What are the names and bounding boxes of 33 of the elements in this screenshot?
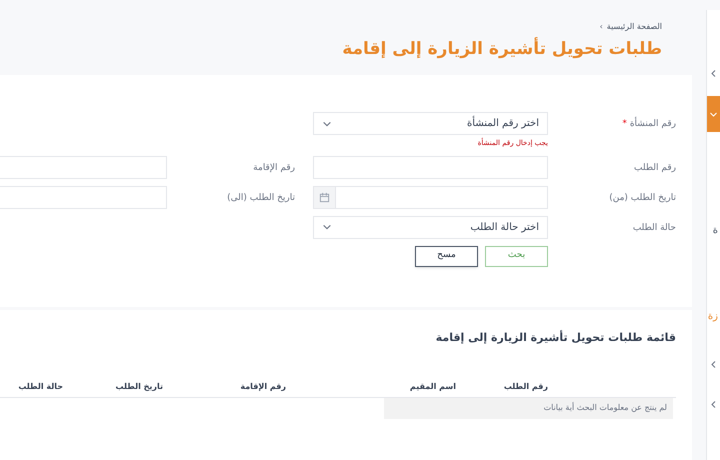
- breadcrumb-link[interactable]: الصفحة الرئيسية: [606, 21, 662, 33]
- calendar-icon: [319, 192, 330, 202]
- page-title: طلبات تحويل تأشيرة الزيارة إلى إقامة: [341, 39, 662, 60]
- field-label: رقم الطلب: [634, 162, 676, 174]
- column-header: اسم المقيم: [410, 382, 456, 390]
- column-header: تاريخ الطلب: [116, 382, 163, 390]
- empty-message: لم ينتج عن معلومات البحث أية بيانات: [544, 402, 667, 414]
- select-field[interactable]: اختر حالة الطلب: [313, 216, 548, 238]
- field-label: رقم الإقامة: [253, 162, 295, 174]
- chevron-left-icon: [709, 360, 718, 368]
- sidebar-item[interactable]: ة: [707, 212, 720, 248]
- select-field[interactable]: اختر رقم المنشأة: [313, 112, 548, 135]
- column-header: رقم الطلب: [504, 382, 548, 390]
- field-label: رقم المنشأة: [630, 118, 676, 132]
- date-field[interactable]: [313, 186, 548, 208]
- input-field[interactable]: [313, 156, 548, 178]
- column-header: رقم الإقامة: [240, 382, 286, 390]
- field-label: تاريخ الطلب (من): [609, 192, 676, 204]
- column-header: حالة الطلب: [18, 382, 63, 390]
- input-field[interactable]: [0, 186, 167, 208]
- chevron-left-icon: [709, 68, 718, 78]
- clear-button[interactable]: مسح: [415, 246, 478, 266]
- field-label: تاريخ الطلب (الى): [227, 192, 295, 204]
- search-button[interactable]: بحث: [485, 246, 548, 266]
- results-title: قائمة طلبات تحويل تأشيرة الزيارة إلى إقامة: [434, 330, 676, 346]
- sidebar-item[interactable]: [707, 96, 720, 132]
- chevron-down-icon: [709, 110, 718, 118]
- chevron-down-icon: [322, 222, 332, 232]
- required-mark: *: [622, 118, 627, 131]
- breadcrumb-separator: ›: [600, 21, 603, 33]
- chevron-left-icon: [709, 400, 718, 408]
- field-label: حالة الطلب: [632, 222, 676, 234]
- input-field[interactable]: [0, 156, 167, 178]
